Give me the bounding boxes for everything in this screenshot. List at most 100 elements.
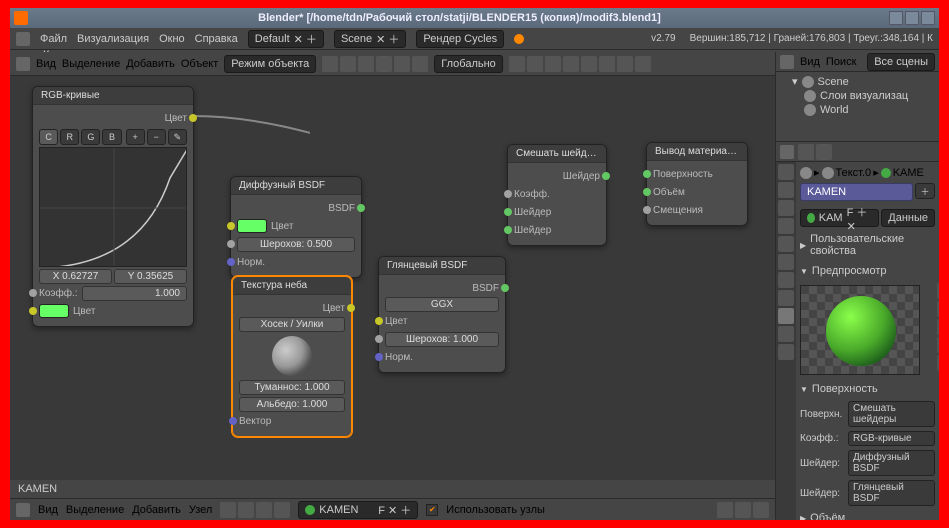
menu-help[interactable]: Справка — [195, 33, 238, 45]
sky-model-select[interactable]: Хосек / Уилки — [239, 317, 345, 332]
socket-in-volume[interactable] — [643, 188, 651, 196]
outliner-scene[interactable]: ▾Scene — [780, 74, 935, 89]
node-rgb-curves[interactable]: RGB-кривые Цвет C R G B + − ✎ — [32, 86, 194, 327]
viewport-icons[interactable] — [322, 56, 428, 72]
socket-out-shader[interactable] — [602, 172, 610, 180]
socket-out-bsdf[interactable] — [357, 204, 365, 212]
node-glossy-bsdf[interactable]: Глянцевый BSDF BSDF GGX Цвет Шерохов: 1.… — [378, 256, 506, 373]
outliner-world[interactable]: World — [780, 103, 935, 117]
outliner-view[interactable]: Вид — [800, 56, 820, 68]
curve-widget[interactable] — [39, 147, 187, 267]
zoom-out-icon[interactable]: − — [147, 129, 166, 145]
use-nodes-checkbox[interactable]: ✔ — [426, 504, 438, 516]
window-title: Blender* [/home/tdn/Рабочий стол/statji/… — [32, 12, 887, 24]
curve-y[interactable]: Y 0.35625 — [114, 269, 187, 284]
properties-tabs[interactable] — [776, 162, 796, 520]
node-editor[interactable]: RGB-кривые Цвет C R G B + − ✎ — [10, 76, 775, 480]
orientation-select[interactable]: Глобально — [434, 55, 503, 73]
panel-volume[interactable]: Объём — [800, 510, 935, 520]
mode-select[interactable]: Режим объекта — [224, 55, 316, 73]
socket-in-fac[interactable] — [504, 190, 512, 198]
tools-icon[interactable]: ✎ — [168, 129, 187, 145]
outliner-icon[interactable] — [780, 55, 794, 69]
close-button[interactable] — [921, 11, 935, 25]
sun-direction-widget[interactable] — [272, 336, 312, 376]
layer-buttons[interactable] — [509, 56, 651, 72]
socket-in-color[interactable] — [29, 307, 37, 315]
minimize-button[interactable] — [889, 11, 903, 25]
info-header: Файл Визуализация Окно Справка Default✕ … — [10, 28, 939, 50]
surface-shader-select[interactable]: Смешать шейдеры — [848, 401, 935, 427]
socket-out-color[interactable] — [347, 304, 355, 312]
node-editor-icon[interactable] — [16, 57, 30, 71]
zoom-in-icon[interactable]: + — [126, 129, 145, 145]
socket-in-fac[interactable] — [29, 289, 37, 297]
node-material-output[interactable]: Вывод материа… Поверхность Объём Смещени… — [646, 142, 748, 226]
header-object[interactable]: Объект — [181, 58, 218, 70]
color-swatch[interactable] — [39, 304, 69, 318]
menu-window[interactable]: Окно — [159, 33, 185, 45]
socket-in-color[interactable] — [227, 222, 235, 230]
fac-input[interactable]: RGB-кривые — [848, 431, 935, 446]
curve-x[interactable]: X 0.62727 — [39, 269, 112, 284]
node-sky-texture[interactable]: Текстура неба Цвет Хосек / Уилки Туманно… — [232, 276, 352, 437]
outliner-search[interactable]: Поиск — [826, 56, 856, 68]
curve-tab-r[interactable]: R — [60, 129, 79, 145]
node-title: Смешать шейд… — [508, 145, 606, 163]
material-browse[interactable]: KAMF ＋ ✕ — [800, 209, 879, 227]
panel-surface[interactable]: Поверхность — [800, 381, 935, 397]
curve-tab-c[interactable]: C — [39, 129, 58, 145]
curve-tab-g[interactable]: G — [81, 129, 100, 145]
material-data-link[interactable]: Данные — [881, 209, 935, 227]
panel-preview[interactable]: Предпросмотр — [800, 263, 935, 279]
node-bottom-header: Вид Выделение Добавить Узел KAMENF ✕ ＋ ✔… — [10, 498, 775, 520]
socket-in-surface[interactable] — [643, 170, 651, 178]
material-select[interactable]: KAMENF ✕ ＋ — [298, 501, 418, 519]
shader1-select[interactable]: Диффузный BSDF — [848, 450, 935, 476]
socket-in-color[interactable] — [375, 317, 383, 325]
socket-out-color[interactable] — [189, 114, 197, 122]
node-editor-header: Вид Выделение Добавить Объект Режим объе… — [10, 52, 775, 76]
outliner-renderlayers[interactable]: Слои визуализац — [780, 89, 935, 103]
props-header-icons[interactable] — [798, 144, 832, 160]
add-slot-button[interactable]: ＋ — [915, 183, 935, 199]
color-swatch[interactable] — [237, 219, 267, 233]
menu-file[interactable]: Файл — [40, 33, 67, 45]
bb-right-icons[interactable] — [717, 502, 769, 518]
scene-select[interactable]: Scene✕ ＋ — [334, 30, 406, 48]
curve-tab-b[interactable]: B — [102, 129, 121, 145]
engine-select[interactable]: Рендер Cycles — [416, 30, 504, 48]
socket-in-disp[interactable] — [643, 206, 651, 214]
socket-in-vector[interactable] — [229, 417, 237, 425]
maximize-button[interactable] — [905, 11, 919, 25]
socket-in-rough[interactable] — [375, 335, 383, 343]
panel-custom-props[interactable]: Пользовательские свойства — [800, 231, 935, 259]
header-add[interactable]: Добавить — [126, 58, 175, 70]
bb-view[interactable]: Вид — [38, 504, 58, 516]
distribution-select[interactable]: GGX — [385, 297, 499, 312]
menu-render[interactable]: Визуализация — [77, 33, 149, 45]
socket-in-normal[interactable] — [227, 258, 235, 266]
editor-type-icon[interactable] — [16, 32, 30, 46]
properties-icon[interactable] — [780, 145, 794, 159]
socket-in-normal[interactable] — [375, 353, 383, 361]
header-view[interactable]: Вид — [36, 58, 56, 70]
bb-node[interactable]: Узел — [189, 504, 212, 516]
material-slot[interactable]: KAMEN — [800, 183, 913, 201]
layout-select[interactable]: Default✕ ＋ — [248, 30, 324, 48]
socket-in-shader1[interactable] — [504, 208, 512, 216]
editor-type-icon[interactable] — [16, 503, 30, 517]
socket-out-bsdf[interactable] — [501, 284, 509, 292]
header-select[interactable]: Выделение — [62, 58, 120, 70]
bb-add[interactable]: Добавить — [132, 504, 181, 516]
node-diffuse-bsdf[interactable]: Диффузный BSDF BSDF Цвет Шерохов: 0.500 … — [230, 176, 362, 278]
socket-in-shader2[interactable] — [504, 226, 512, 234]
preview-type-buttons[interactable] — [937, 283, 939, 371]
socket-in-rough[interactable] — [227, 240, 235, 248]
node-mix-shader[interactable]: Смешать шейд… Шейдер Коэфф. Шейдер Шейде… — [507, 144, 607, 246]
close-icon[interactable] — [14, 11, 28, 25]
outliner-mode[interactable]: Все сцены — [867, 53, 935, 71]
shader-type-icons[interactable] — [220, 502, 290, 518]
shader2-select[interactable]: Глянцевый BSDF — [848, 480, 935, 506]
bb-select[interactable]: Выделение — [66, 504, 124, 516]
